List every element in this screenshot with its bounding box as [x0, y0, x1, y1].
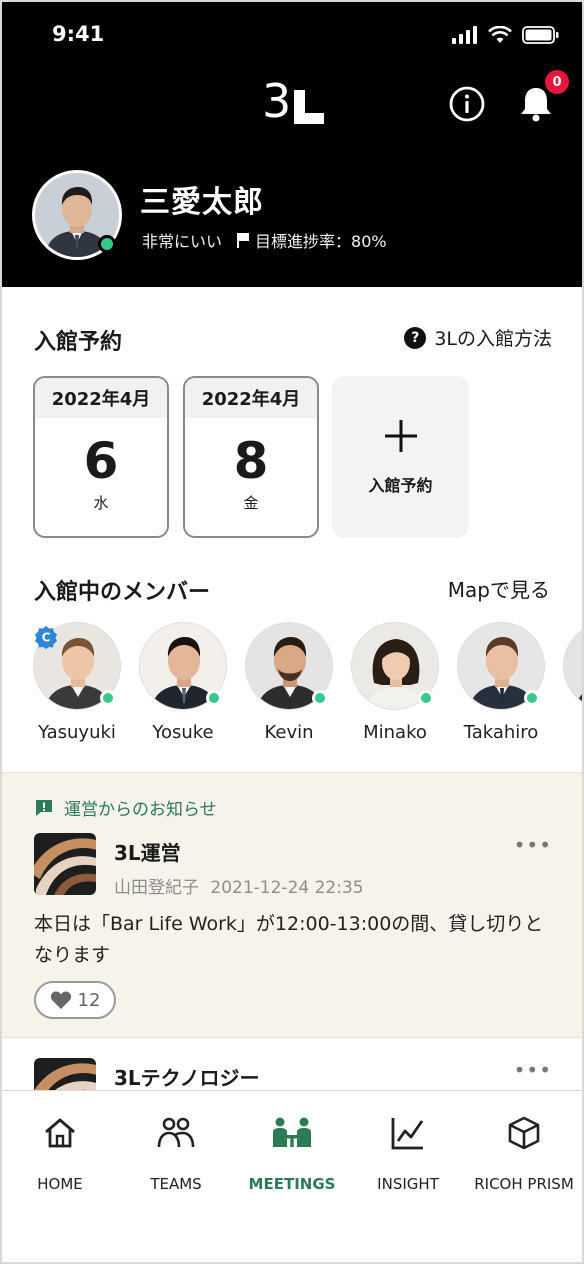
- reservation-date-card[interactable]: 2022年4月 6 水: [33, 376, 169, 538]
- post-title[interactable]: 3L運営: [114, 837, 181, 866]
- goal-progress-text: 目標進捗率：80%: [255, 232, 387, 251]
- nav-label: TEAMS: [150, 1175, 202, 1193]
- question-icon: ?: [404, 326, 427, 349]
- home-icon: [45, 1118, 75, 1148]
- member-item[interactable]: Yosuke: [128, 622, 238, 743]
- post-body: 本日は「Bar Life Work」が12:00-13:00の間、貸し切りとなり…: [34, 913, 544, 966]
- entry-howto-link[interactable]: ? 3Lの入館方法: [404, 324, 552, 351]
- date-weekday: 水: [93, 494, 109, 512]
- members-title: 入館中のメンバー: [34, 580, 211, 605]
- post-thumbnail-image: [34, 833, 96, 895]
- members-list: Yasuyuki Yosuke Kevin Minako Takahiro: [2, 622, 582, 752]
- role-badge-icon: C: [35, 626, 57, 649]
- date-weekday: 金: [243, 494, 259, 512]
- date-day: 8: [233, 432, 269, 490]
- nav-label: HOME: [37, 1175, 83, 1193]
- app-logo: 3: [262, 74, 325, 128]
- nav-item-teams[interactable]: TEAMS: [118, 1113, 234, 1193]
- post-item[interactable]: 3Lテクノロジー •••: [2, 1038, 582, 1094]
- post-thumbnail-image: [34, 1058, 96, 1094]
- post-meta: 山田登紀子 2021-12-24 22:35: [114, 873, 364, 898]
- member-item[interactable]: Kevin: [234, 622, 344, 743]
- logo-mark: 3: [262, 74, 292, 128]
- notice-label-text: 運営からのお知らせ: [64, 800, 217, 820]
- announcement-icon: [36, 799, 52, 816]
- heart-icon: [50, 991, 71, 1009]
- member-item[interactable]: Minako: [340, 622, 450, 743]
- nav-item-ricoh-prism[interactable]: RICOH PRISM: [466, 1113, 582, 1193]
- teams-icon: [157, 1117, 195, 1148]
- post-author: 山田登紀子: [114, 878, 199, 898]
- date-year-month: 2022年4月: [185, 378, 317, 418]
- member-item[interactable]: Takahiro: [446, 622, 556, 743]
- date-day: 6: [83, 432, 119, 490]
- notice-label: 運営からのお知らせ: [34, 795, 217, 820]
- reservation-title: 入館予約: [34, 330, 123, 355]
- nav-item-home[interactable]: HOME: [2, 1113, 118, 1193]
- post-thumbnail: [34, 1058, 96, 1094]
- member-online-indicator: [418, 690, 434, 706]
- like-button[interactable]: 12: [34, 981, 116, 1019]
- profile-online-indicator: [98, 235, 116, 253]
- bottom-nav: HOME TEAMS MEETINGS INSIGHT RICOH PRISM: [2, 1090, 582, 1262]
- member-online-indicator: [524, 690, 540, 706]
- map-view-link[interactable]: Mapで見る: [448, 574, 550, 603]
- notification-badge: 0: [545, 70, 569, 94]
- reservation-date-card[interactable]: 2022年4月 8 金: [183, 376, 319, 538]
- post-more-button[interactable]: •••: [514, 833, 552, 857]
- post-thumbnail[interactable]: [34, 833, 96, 895]
- member-name: Kevin: [264, 722, 314, 743]
- nav-label: MEETINGS: [248, 1175, 336, 1193]
- nav-label: RICOH PRISM: [474, 1175, 574, 1193]
- signal-icon: [452, 26, 477, 44]
- header: 9:41 3 0 三愛太郎 非常にいい 目標進捗率：80%: [2, 2, 582, 287]
- meetings-icon: [273, 1117, 311, 1147]
- member-online-indicator: [100, 690, 116, 706]
- member-name: Yosuke: [152, 722, 214, 743]
- condition-text: 非常にいい: [142, 232, 223, 251]
- date-year-month: 2022年4月: [35, 378, 167, 418]
- battery-icon: [522, 26, 559, 44]
- member-name: Minako: [363, 722, 427, 743]
- logo-l-shape: [294, 90, 325, 124]
- member-name: Yo: [552, 722, 582, 743]
- status-time: 9:41: [52, 22, 105, 46]
- profile-name: 三愛太郎: [140, 185, 264, 220]
- profile-meta: 非常にいい 目標進捗率：80%: [142, 228, 387, 252]
- role-badge-letter: C: [42, 631, 51, 645]
- notice-section: 運営からのお知らせ 3L運営 山田登紀子 2021-12-24 22:35 ••…: [2, 772, 582, 1038]
- member-name: Yasuyuki: [38, 722, 116, 743]
- member-name: Takahiro: [463, 722, 539, 743]
- goal-progress: 目標進捗率：80%: [236, 228, 387, 252]
- post-title: 3Lテクノロジー: [114, 1066, 260, 1090]
- cube-icon: [508, 1116, 540, 1150]
- member-item[interactable]: Yo: [552, 622, 582, 743]
- member-photo: [564, 623, 582, 709]
- like-count: 12: [77, 989, 101, 1011]
- post-more-button[interactable]: •••: [514, 1058, 552, 1082]
- info-icon[interactable]: [448, 85, 486, 123]
- wifi-icon: [488, 26, 512, 43]
- add-reservation-label: 入館予約: [368, 476, 433, 495]
- nav-label: INSIGHT: [377, 1175, 439, 1193]
- post-timestamp: 2021-12-24 22:35: [210, 878, 364, 898]
- status-icons: [452, 26, 560, 44]
- app-screen: 9:41 3 0 三愛太郎 非常にいい 目標進捗率：80% 入館予約 ? 3Lの…: [0, 0, 584, 1264]
- add-reservation-button[interactable]: 入館予約: [332, 376, 469, 538]
- member-avatar: [563, 622, 582, 710]
- nav-item-insight[interactable]: INSIGHT: [350, 1113, 466, 1193]
- insight-icon: [391, 1118, 424, 1150]
- member-online-indicator: [312, 690, 328, 706]
- entry-howto-label: 3Lの入館方法: [434, 328, 552, 350]
- member-online-indicator: [206, 690, 222, 706]
- plus-icon: [384, 420, 417, 452]
- nav-item-meetings[interactable]: MEETINGS: [234, 1113, 350, 1193]
- flag-icon: [237, 233, 250, 248]
